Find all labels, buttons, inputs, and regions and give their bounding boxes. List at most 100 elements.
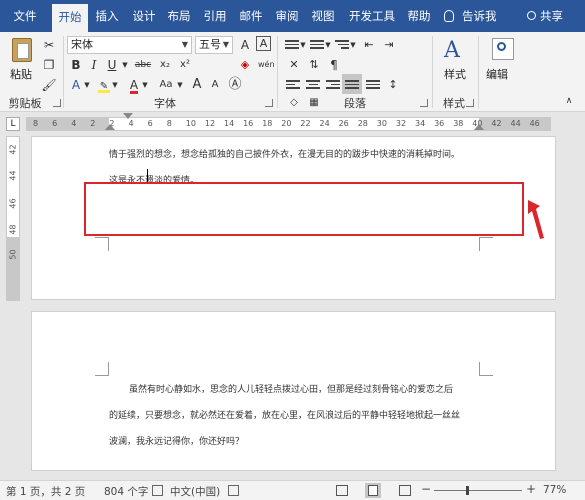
eraser-icon[interactable]: ◈ [236,56,254,74]
text-effects-dropdown[interactable]: ▼ [83,76,91,94]
tab-developer[interactable]: 开发工具 [343,0,401,32]
zoom-thumb[interactable] [466,486,470,495]
clipboard-group-label: 剪贴板 [8,97,42,110]
language[interactable]: 中文(中国) [170,484,220,499]
bullets-dropdown[interactable]: ▼ [299,36,307,54]
indent-marker-icon[interactable] [123,113,133,119]
tab-file[interactable]: 文件 [4,0,46,32]
vruler-tick: 44 [8,170,18,181]
underline-button[interactable]: U [103,56,121,74]
character-border-icon[interactable]: A [256,36,271,51]
shading-icon[interactable]: ◇ [285,94,303,112]
ruler-tick: 26 [338,119,349,128]
justify-button[interactable] [342,74,362,94]
group-separator [478,36,479,108]
multilevel-dropdown[interactable]: ▼ [349,36,357,54]
decrease-indent-icon[interactable]: ⇤ [360,36,378,54]
strikethrough-button[interactable]: abc [132,56,154,74]
web-layout-icon[interactable] [399,485,411,496]
document-page-2[interactable]: 虽然有时心静如水，思念的人儿轻轻点拨过心田，但那是经过刻骨铭心的爱恋之后 的延续… [31,311,556,471]
tab-view[interactable]: 视图 [306,0,340,32]
ruler-tick: 34 [415,119,426,128]
grow-font-button[interactable]: A [188,76,206,94]
right-indent-icon[interactable] [474,124,484,130]
word-count[interactable]: 804 个字 [104,484,148,499]
styles-button[interactable]: A 样式 [438,36,474,91]
format-painter-icon[interactable]: 🖌 [40,76,58,94]
clipboard-launcher-icon[interactable] [53,99,61,107]
tell-me-button[interactable]: 告诉我 [444,0,497,32]
chinese-layout-icon[interactable]: ✕ [285,56,303,74]
editing-button[interactable]: 编辑 [484,36,520,91]
highlight-dropdown[interactable]: ▼ [111,76,119,94]
proofing-icon[interactable] [152,485,163,496]
show-marks-icon[interactable]: ¶ [325,56,343,74]
vertical-ruler[interactable]: 42 44 46 48 50 [6,136,20,301]
increase-indent-icon[interactable]: ⇥ [380,36,398,54]
highlight-rectangle [84,182,524,236]
chevron-down-icon: ▼ [181,40,188,49]
font-color-dropdown[interactable]: ▼ [141,76,149,94]
line-spacing-icon[interactable]: ↕ [384,76,402,94]
align-left-icon[interactable] [286,78,300,91]
zoom-slider[interactable] [434,486,522,495]
horizontal-ruler[interactable]: 8 6 4 2 2 4 6 8 10 12 14 16 18 20 22 24 26 28 30 32 34 36 38 40… [26,113,551,131]
editing-label: 编辑 [486,68,508,81]
font-size-value: 五号 [199,38,221,51]
clear-format-icon[interactable]: A [236,36,254,54]
tab-references[interactable]: 引用 [198,0,232,32]
styles-launcher-icon[interactable] [466,99,474,107]
align-right-icon[interactable] [326,78,340,91]
paste-button[interactable]: 粘贴 [8,36,38,86]
tab-selector[interactable]: L [6,117,20,131]
superscript-button[interactable]: x² [176,56,194,74]
read-mode-icon[interactable] [336,485,348,496]
tab-review[interactable]: 审阅 [270,0,304,32]
zoom-in-button[interactable]: + [526,482,536,496]
phonetic-guide-icon[interactable]: wén [258,56,275,74]
tab-layout[interactable]: 布局 [162,0,196,32]
change-case-button[interactable]: Aa [155,76,177,94]
tab-home[interactable]: 开始 [52,4,88,32]
group-separator [432,36,433,108]
font-name-combo[interactable]: 宋体 ▼ [67,36,192,54]
numbering-icon[interactable] [310,38,324,51]
ruler-tick: 12 [204,119,216,128]
paragraph-launcher-icon[interactable] [420,99,428,107]
justify-icon [345,78,359,91]
subscript-button[interactable]: x₂ [156,56,174,74]
align-center-icon[interactable] [306,78,320,91]
share-button[interactable]: 共享 [527,0,563,32]
borders-icon[interactable]: ▦ [305,94,323,112]
tab-mailings[interactable]: 邮件 [234,0,268,32]
red-arrow-icon [528,200,544,239]
font-size-combo[interactable]: 五号 ▼ [195,36,233,54]
macro-icon[interactable] [228,485,239,496]
ruler-tick: 32 [395,119,407,128]
cut-icon[interactable]: ✂ [40,36,58,54]
multilevel-list-icon[interactable] [335,38,349,51]
tab-insert[interactable]: 插入 [90,0,124,32]
zoom-out-button[interactable]: − [421,482,431,496]
change-case-dropdown[interactable]: ▼ [176,76,184,94]
italic-button[interactable]: I [85,56,103,74]
tab-help[interactable]: 帮助 [402,0,436,32]
menu-bar: 文件 开始 插入 设计 布局 引用 邮件 审阅 视图 开发工具 帮助 告诉我 共… [0,0,585,32]
hanging-indent-icon[interactable] [105,124,115,130]
underline-dropdown[interactable]: ▼ [121,56,129,74]
bullets-icon[interactable] [285,38,299,51]
tab-design[interactable]: 设计 [127,0,161,32]
print-layout-button[interactable] [365,483,381,498]
shrink-font-button[interactable]: A [206,76,224,94]
copy-icon[interactable]: ❐ [40,56,58,74]
font-launcher-icon[interactable] [265,99,273,107]
numbering-dropdown[interactable]: ▼ [324,36,332,54]
collapse-ribbon-icon[interactable]: ∧ [560,92,578,110]
print-layout-icon [368,485,378,496]
sort-icon[interactable]: ⇅ [305,56,323,74]
page-count[interactable]: 第 1 页，共 2 页 [6,484,85,499]
bold-button[interactable]: B [67,56,85,74]
aa-icon[interactable]: Ⓐ [226,76,244,94]
zoom-level[interactable]: 77% [543,484,566,496]
distributed-icon[interactable] [366,78,380,91]
